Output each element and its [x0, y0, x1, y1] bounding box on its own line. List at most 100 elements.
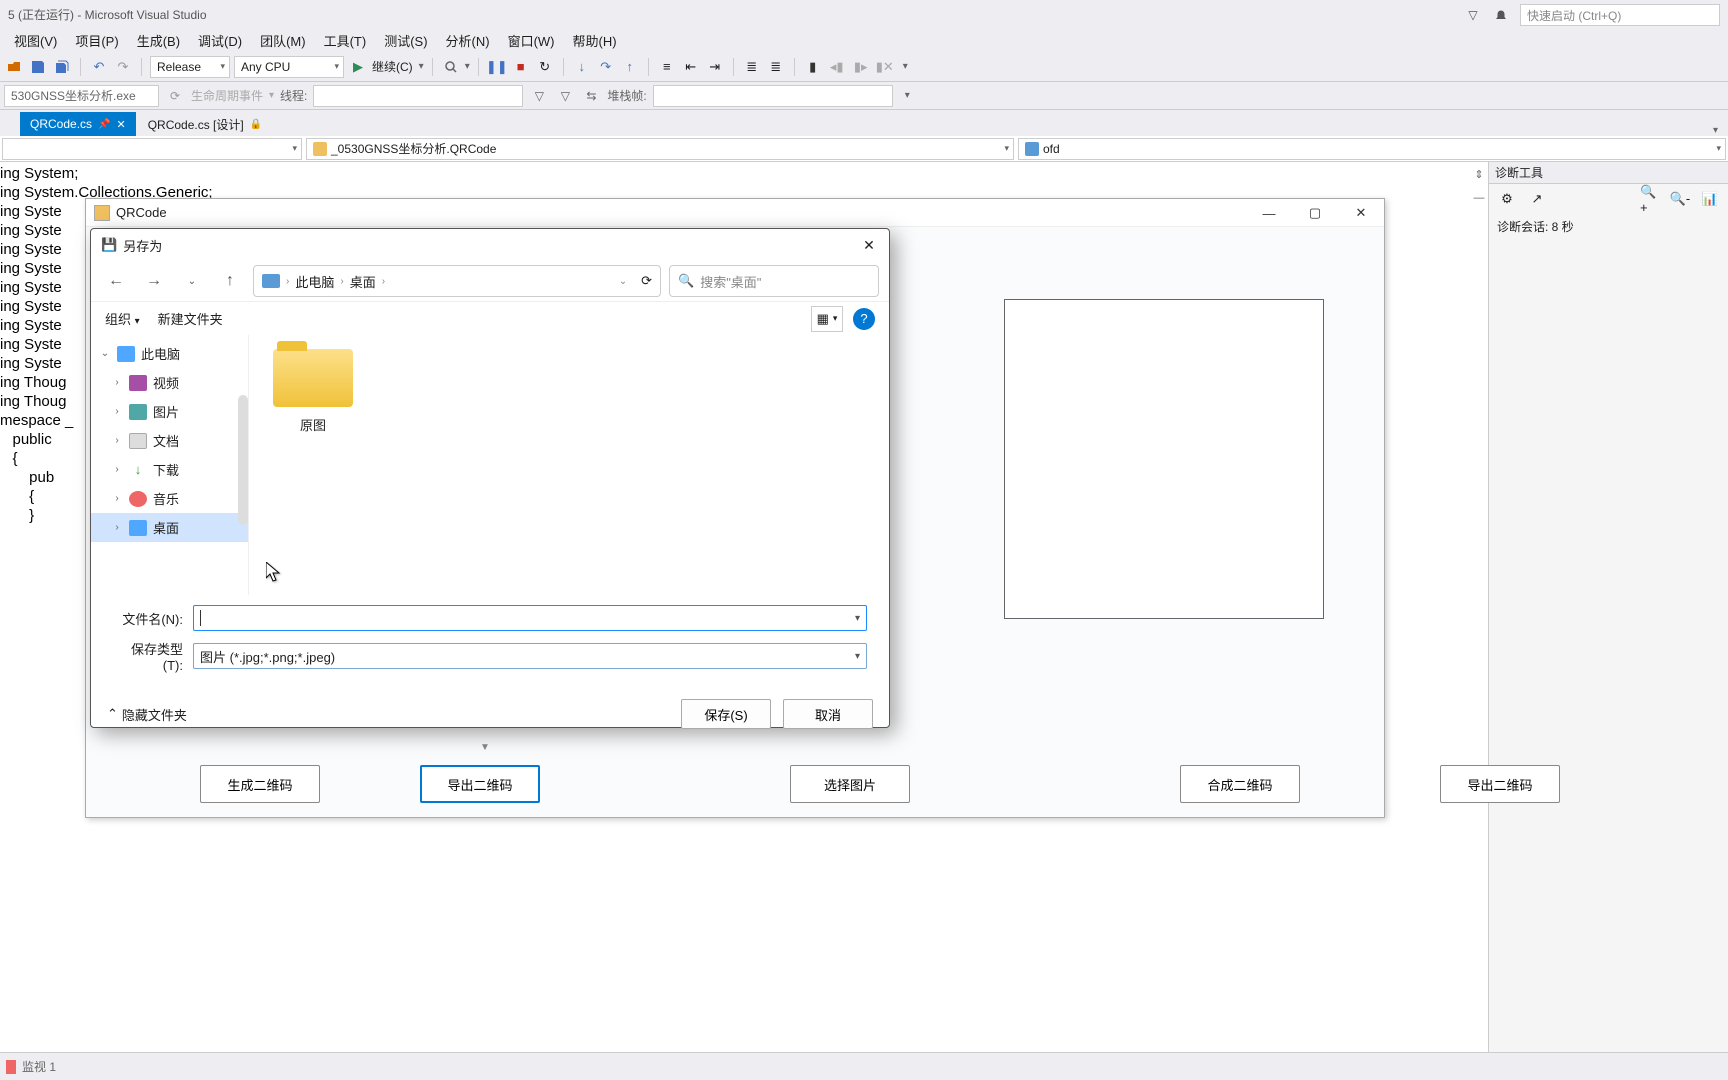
process-dropdown[interactable]: 530GNSS坐标分析.exe [4, 85, 159, 107]
help-icon[interactable]: ? [853, 308, 875, 330]
config-dropdown[interactable]: Release [150, 56, 230, 78]
chevron-down-icon[interactable]: ⌄ [619, 276, 627, 287]
menu-analyze[interactable]: 分析(N) [438, 29, 498, 52]
tree-item-pictures[interactable]: › 图片 [91, 397, 248, 426]
organize-dropdown[interactable]: 组织 ▾ [105, 309, 140, 328]
qrcode-titlebar[interactable]: QRCode — ▢ ✕ [86, 199, 1384, 227]
tab-qrcode-design[interactable]: QRCode.cs [设计] 🔒 [138, 112, 272, 136]
tree-item-desktop[interactable]: › 桌面 [91, 513, 248, 542]
thread-nav2-icon[interactable]: ▽ [555, 86, 575, 106]
continue-button[interactable]: 继续(C) [372, 58, 413, 75]
uncomment-icon[interactable]: ≣ [766, 57, 786, 77]
watch-panel-tab[interactable]: 监视 1 [0, 1052, 1728, 1080]
chevron-right-icon[interactable]: › [111, 522, 123, 533]
menu-window[interactable]: 窗口(W) [500, 29, 563, 52]
step-over-icon[interactable]: ↷ [596, 57, 616, 77]
thread-nav1-icon[interactable]: ▽ [529, 86, 549, 106]
export-qr2-button[interactable]: 导出二维码 [1440, 765, 1560, 803]
undo-icon[interactable]: ↶ [89, 57, 109, 77]
menu-help[interactable]: 帮助(H) [565, 29, 625, 52]
export-qr-button[interactable]: 导出二维码 [420, 765, 540, 803]
maximize-icon[interactable]: ▢ [1292, 199, 1338, 227]
folder-item[interactable]: 原图 [263, 349, 363, 434]
tree-item-downloads[interactable]: › ↓ 下载 [91, 455, 248, 484]
folder-tree[interactable]: ⌄ 此电脑 › 视频 › 图片 › 文档 › ↓ 下载 [91, 335, 249, 595]
close-icon[interactable]: ✕ [857, 235, 881, 255]
chevron-right-icon[interactable]: › [111, 377, 123, 388]
format-icon[interactable]: ≡ [657, 57, 677, 77]
close-icon[interactable]: ✕ [116, 118, 125, 131]
menu-view[interactable]: 视图(V) [6, 29, 65, 52]
menu-tools[interactable]: 工具(T) [316, 29, 375, 52]
compose-qr-button[interactable]: 合成二维码 [1180, 765, 1300, 803]
close-icon[interactable]: ✕ [1338, 199, 1384, 227]
save-icon[interactable] [28, 57, 48, 77]
chevron-down-icon[interactable]: ⌄ [99, 348, 111, 359]
save-all-icon[interactable] [52, 57, 72, 77]
outdent-icon[interactable]: ⇤ [681, 57, 701, 77]
view-mode-dropdown[interactable]: ▦ ▾ [811, 306, 843, 332]
new-folder-button[interactable]: 新建文件夹 [158, 309, 223, 328]
indent-icon[interactable]: ⇥ [705, 57, 725, 77]
back-icon[interactable]: ← [101, 266, 131, 296]
notifications-icon[interactable] [1492, 6, 1510, 24]
open-icon[interactable]: ↗ [1527, 189, 1547, 209]
nav-project-dropdown[interactable] [2, 138, 302, 160]
cancel-button[interactable]: 取消 [783, 699, 873, 729]
menu-project[interactable]: 项目(P) [67, 29, 126, 52]
pause-icon[interactable]: ❚❚ [487, 57, 507, 77]
tree-item-pc[interactable]: ⌄ 此电脑 [91, 339, 248, 368]
tree-item-documents[interactable]: › 文档 [91, 426, 248, 455]
comment-icon[interactable]: ≣ [742, 57, 762, 77]
chevron-right-icon[interactable]: › [111, 464, 123, 475]
nav-member-dropdown[interactable]: ofd [1018, 138, 1726, 160]
history-dropdown-icon[interactable]: ⌄ [177, 266, 207, 296]
settings-icon[interactable]: ⚙ [1497, 189, 1517, 209]
bookmark-next-icon[interactable]: ▮▸ [851, 57, 871, 77]
step-into-icon[interactable]: ↓ [572, 57, 592, 77]
thread-toggle-icon[interactable]: ⇆ [581, 86, 601, 106]
start-icon[interactable]: ▶ [348, 57, 368, 77]
refresh-icon[interactable]: ⟳ [641, 273, 652, 289]
open-icon[interactable] [4, 57, 24, 77]
chart-icon[interactable]: 📊 [1700, 189, 1720, 209]
hide-folders-toggle[interactable]: ⌃ 隐藏文件夹 [107, 705, 187, 724]
gen-qr-button[interactable]: 生成二维码 [200, 765, 320, 803]
tab-qrcode-cs[interactable]: QRCode.cs 📌 ✕ [20, 112, 136, 136]
bookmark-icon[interactable]: ▮ [803, 57, 823, 77]
stackframe-dropdown[interactable] [653, 85, 893, 107]
menu-build[interactable]: 生成(B) [129, 29, 188, 52]
expand-up-icon[interactable]: ⇕ [1474, 166, 1483, 185]
nav-class-dropdown[interactable]: _0530GNSS坐标分析.QRCode [306, 138, 1014, 160]
redo-icon[interactable]: ↷ [113, 57, 133, 77]
chevron-right-icon[interactable]: › [111, 493, 123, 504]
filename-input[interactable] [193, 605, 867, 631]
pin-icon[interactable]: 📌 [98, 119, 110, 130]
menu-test[interactable]: 测试(S) [376, 29, 435, 52]
breadcrumb-segment[interactable]: 桌面 [350, 272, 376, 291]
lifecycle-icon[interactable]: ⟳ [165, 86, 185, 106]
up-icon[interactable]: ↑ [215, 266, 245, 296]
forward-icon[interactable]: → [139, 266, 169, 296]
bookmark-prev-icon[interactable]: ◂▮ [827, 57, 847, 77]
platform-dropdown[interactable]: Any CPU [234, 56, 344, 78]
resize-grip-icon[interactable]: ▼ [480, 742, 490, 753]
zoom-in-icon[interactable]: 🔍+ [1640, 189, 1660, 209]
breadcrumb[interactable]: › 此电脑 › 桌面 › ⌄ ⟳ [253, 265, 661, 297]
breadcrumb-segment[interactable]: 此电脑 [295, 272, 334, 291]
scrollbar[interactable] [238, 395, 248, 525]
find-icon[interactable] [441, 57, 461, 77]
menu-debug[interactable]: 调试(D) [190, 29, 250, 52]
quick-launch-input[interactable]: 快速启动 (Ctrl+Q) [1520, 4, 1720, 26]
bookmark-clear-icon[interactable]: ▮✕ [875, 57, 895, 77]
select-img-button[interactable]: 选择图片 [790, 765, 910, 803]
restart-icon[interactable]: ↻ [535, 57, 555, 77]
chevron-right-icon[interactable]: › [111, 435, 123, 446]
tree-item-videos[interactable]: › 视频 [91, 368, 248, 397]
menu-team[interactable]: 团队(M) [252, 29, 314, 52]
tree-item-music[interactable]: › 音乐 [91, 484, 248, 513]
stop-icon[interactable]: ■ [511, 57, 531, 77]
tab-overflow-icon[interactable]: ▾ [1713, 125, 1728, 136]
step-out-icon[interactable]: ↑ [620, 57, 640, 77]
filter-icon[interactable]: ▽ [1464, 6, 1482, 24]
